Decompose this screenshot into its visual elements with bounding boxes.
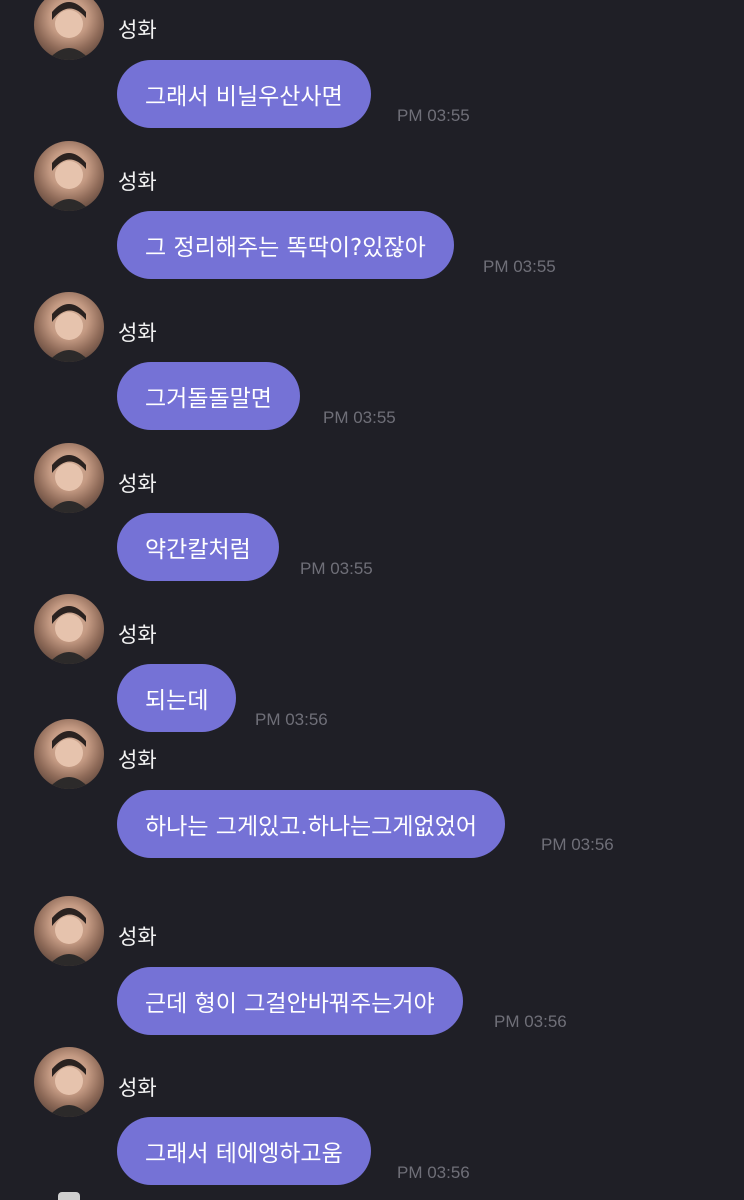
sender-name: 성화	[118, 925, 157, 949]
message-time: PM 03:56	[541, 835, 614, 854]
partial-avatar	[58, 1192, 80, 1200]
avatar[interactable]	[34, 1047, 104, 1117]
avatar[interactable]	[34, 141, 104, 211]
sender-name: 성화	[118, 170, 157, 194]
message-bubble[interactable]: 하나는 그게있고.하나는그게없었어	[117, 790, 506, 858]
message-bubble[interactable]: 근데 형이 그걸안바꿔주는거야	[117, 967, 463, 1035]
message-time: PM 03:56	[494, 1012, 567, 1031]
message-time: PM 03:56	[397, 1163, 470, 1182]
message-bubble[interactable]: 그래서 비닐우산사면	[117, 60, 371, 128]
message-time: PM 03:55	[397, 106, 470, 125]
sender-name: 성화	[118, 623, 157, 647]
avatar[interactable]	[34, 719, 104, 789]
sender-name: 성화	[118, 321, 157, 345]
message-time: PM 03:55	[323, 408, 396, 427]
sender-name: 성화	[118, 748, 157, 772]
message-bubble[interactable]: 그 정리해주는 똑딱이?있잖아	[117, 211, 454, 279]
message-bubble[interactable]: 약간칼처럼	[117, 513, 279, 581]
avatar[interactable]	[34, 292, 104, 362]
avatar[interactable]	[34, 0, 104, 60]
message-time: PM 03:55	[300, 559, 373, 578]
message-bubble[interactable]: 되는데	[117, 664, 237, 732]
avatar[interactable]	[34, 896, 104, 966]
message-time: PM 03:55	[483, 257, 556, 276]
message-time: PM 03:56	[255, 710, 328, 729]
sender-name: 성화	[118, 1076, 157, 1100]
avatar[interactable]	[34, 594, 104, 664]
sender-name: 성화	[118, 472, 157, 496]
sender-name: 성화	[118, 18, 157, 42]
message-bubble[interactable]: 그래서 테에엥하고움	[117, 1117, 371, 1185]
avatar[interactable]	[34, 443, 104, 513]
message-bubble[interactable]: 그거돌돌말면	[117, 362, 300, 430]
